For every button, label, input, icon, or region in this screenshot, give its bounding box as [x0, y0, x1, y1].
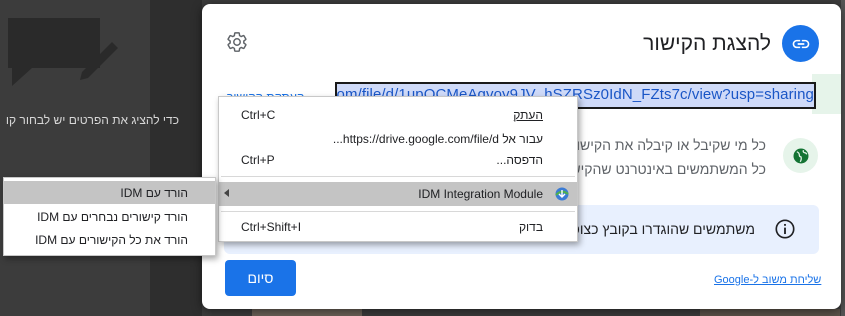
shortcut-text: Ctrl+Shift+I [241, 220, 302, 234]
comment-edit-icon [8, 18, 118, 86]
menu-item-label: בדוק [518, 220, 543, 234]
submenu-arrow-icon [224, 189, 229, 197]
menu-item-label: העתק [513, 108, 543, 122]
menu-divider [221, 211, 575, 212]
menu-item-label: הורד עם IDM [120, 186, 188, 200]
context-menu-item-print[interactable]: Ctrl+P הדפסה... [219, 148, 577, 172]
shortcut-text: Ctrl+P [241, 153, 275, 167]
background-photo-right [841, 0, 845, 316]
context-menu-item-copy[interactable]: Ctrl+C העתק [219, 103, 577, 127]
menu-divider [221, 176, 575, 177]
info-icon [775, 219, 795, 239]
background-photo-bottom [252, 309, 362, 316]
submenu-item-download-selected[interactable]: הורד קישורים נבחרים עם IDM [4, 205, 215, 228]
context-menu-item-idm[interactable]: IDM Integration Module [219, 182, 577, 206]
done-button[interactable]: סיום [225, 260, 296, 296]
menu-item-label: הורד קישורים נבחרים עם IDM [37, 210, 188, 224]
background-photo-bottom-right [700, 309, 840, 316]
gear-icon[interactable] [226, 31, 248, 53]
submenu-item-download-all[interactable]: הורד את כל הקישורים עם IDM [4, 228, 215, 251]
shortcut-text: Ctrl+C [241, 108, 276, 122]
info-text: משתמשים שהוגדרו בקובץ כצופ [571, 221, 755, 237]
access-line-2: כל המשתמשים באינטרנט שהקישור [559, 161, 766, 177]
menu-item-label: עבור אל https://drive.google.com/file/d.… [332, 132, 543, 146]
context-menu-item-inspect[interactable]: Ctrl+Shift+I בדוק [219, 215, 577, 239]
link-icon [782, 25, 819, 62]
menu-item-label: IDM Integration Module [418, 187, 543, 201]
menu-item-label: הורד את כל הקישורים עם IDM [35, 233, 188, 247]
dialog-title: להצגת הקישור [643, 32, 771, 55]
background-photo-left [150, 0, 202, 316]
submenu-item-download-with-idm[interactable]: הורד עם IDM [4, 181, 215, 204]
access-line-1: כל מי שקיבל או קיבלה את הקישור [568, 137, 766, 153]
context-menu: Ctrl+C העתק עבור אל https://drive.google… [218, 96, 578, 242]
url-strip [812, 74, 841, 114]
globe-icon [783, 138, 818, 173]
send-feedback-link[interactable]: שליחת משוב ל-Google [714, 274, 821, 286]
menu-item-label: הדפסה... [496, 153, 543, 167]
idm-submenu: הורד עם IDM הורד קישורים נבחרים עם IDM ה… [3, 177, 216, 256]
background-hint-text: כדי להציג את הפרטים יש לבחור קו [5, 113, 179, 127]
idm-icon [555, 187, 569, 201]
